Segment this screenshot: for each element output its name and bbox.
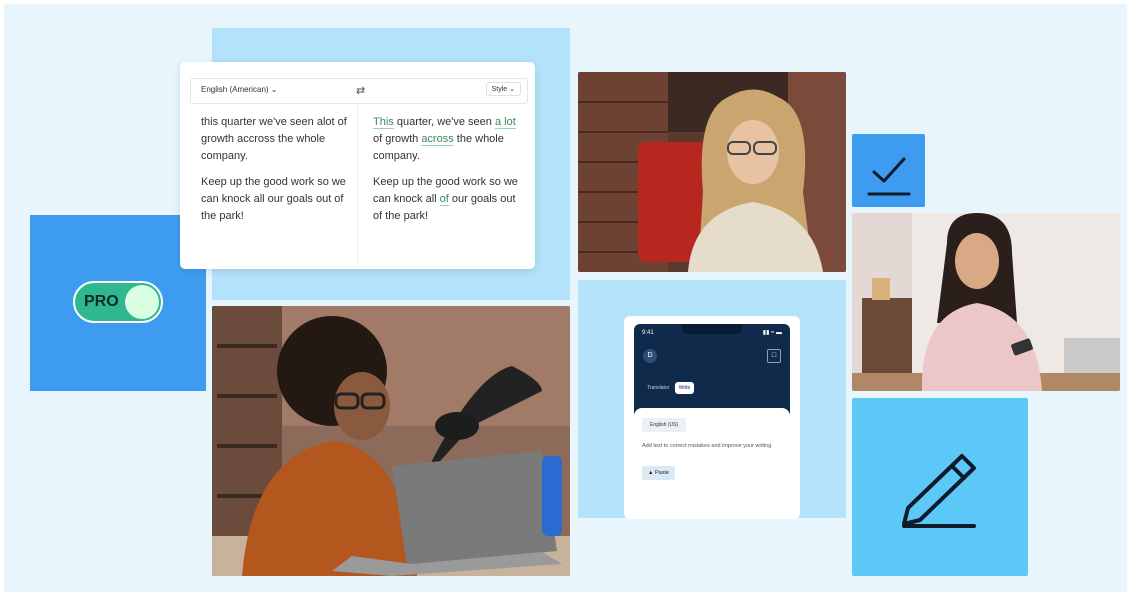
photo-woman-thinking [578, 72, 846, 272]
tab-translator[interactable]: Translator [643, 382, 673, 394]
tab-write[interactable]: Write [674, 382, 695, 394]
correction-highlight[interactable]: a lot [494, 116, 516, 129]
paste-label: Paste [654, 470, 670, 476]
corrected-paragraph: Keep up the good work so we can knock al… [373, 174, 523, 225]
corrected-paragraph: This quarter, we've seen a lot of growth… [373, 114, 523, 165]
pro-toggle-label: PRO [84, 293, 119, 310]
input-placeholder[interactable]: Add text to correct mistakes and improve… [642, 442, 782, 451]
phone-mockup: 9:41 ▮▮ ≈ ▬ D □ Translator Write English… [624, 316, 800, 519]
pro-toggle[interactable]: PRO [73, 281, 163, 323]
correction-highlight[interactable]: of [439, 193, 449, 206]
translator-card: English (American) ⌄ ⇄ Style ⌄ this quar… [180, 62, 535, 269]
language-chip[interactable]: English (US) [642, 418, 687, 432]
column-divider [357, 104, 358, 262]
correction-highlight[interactable]: across [421, 133, 454, 146]
paste-button[interactable]: ▲ Paste [642, 466, 676, 480]
swap-icon[interactable]: ⇄ [356, 84, 365, 97]
photo-woman-with-laptop [212, 306, 570, 576]
status-icons: ▮▮ ≈ ▬ [762, 330, 782, 336]
corrected-text[interactable]: This quarter, we've seen a lot of growth… [373, 114, 523, 234]
write-panel: English (US) Add text to correct mistake… [634, 408, 790, 519]
source-paragraph: Keep up the good work so we can knock al… [201, 176, 346, 222]
photo-woman-with-phone [852, 213, 1120, 391]
toggle-knob [125, 285, 159, 319]
translator-toolbar: English (American) ⌄ ⇄ Style ⌄ [190, 78, 528, 104]
pencil-icon [852, 398, 1028, 576]
style-label: Style [491, 86, 508, 93]
clipboard-icon: ▲ [648, 470, 655, 476]
bookmark-icon[interactable]: □ [767, 349, 781, 363]
avatar[interactable]: D [643, 349, 657, 363]
corrected-fragment: of growth [373, 133, 422, 145]
checkmark-icon [852, 134, 925, 207]
correction-highlight[interactable]: This [373, 116, 394, 129]
mode-tabs: Translator Write [643, 382, 695, 396]
corrected-fragment: quarter, we've seen [393, 116, 495, 128]
phone-notch [682, 324, 742, 334]
source-paragraph: this quarter we've seen alot of growth a… [201, 116, 347, 162]
source-text[interactable]: this quarter we've seen alot of growth a… [201, 114, 351, 234]
source-language-label: English (American) [201, 85, 269, 94]
status-time: 9:41 [642, 330, 654, 336]
style-dropdown[interactable]: Style ⌄ [485, 82, 521, 96]
source-language-select[interactable]: English (American) ⌄ [201, 85, 278, 94]
phone-screen: 9:41 ▮▮ ≈ ▬ D □ Translator Write English… [634, 324, 790, 519]
